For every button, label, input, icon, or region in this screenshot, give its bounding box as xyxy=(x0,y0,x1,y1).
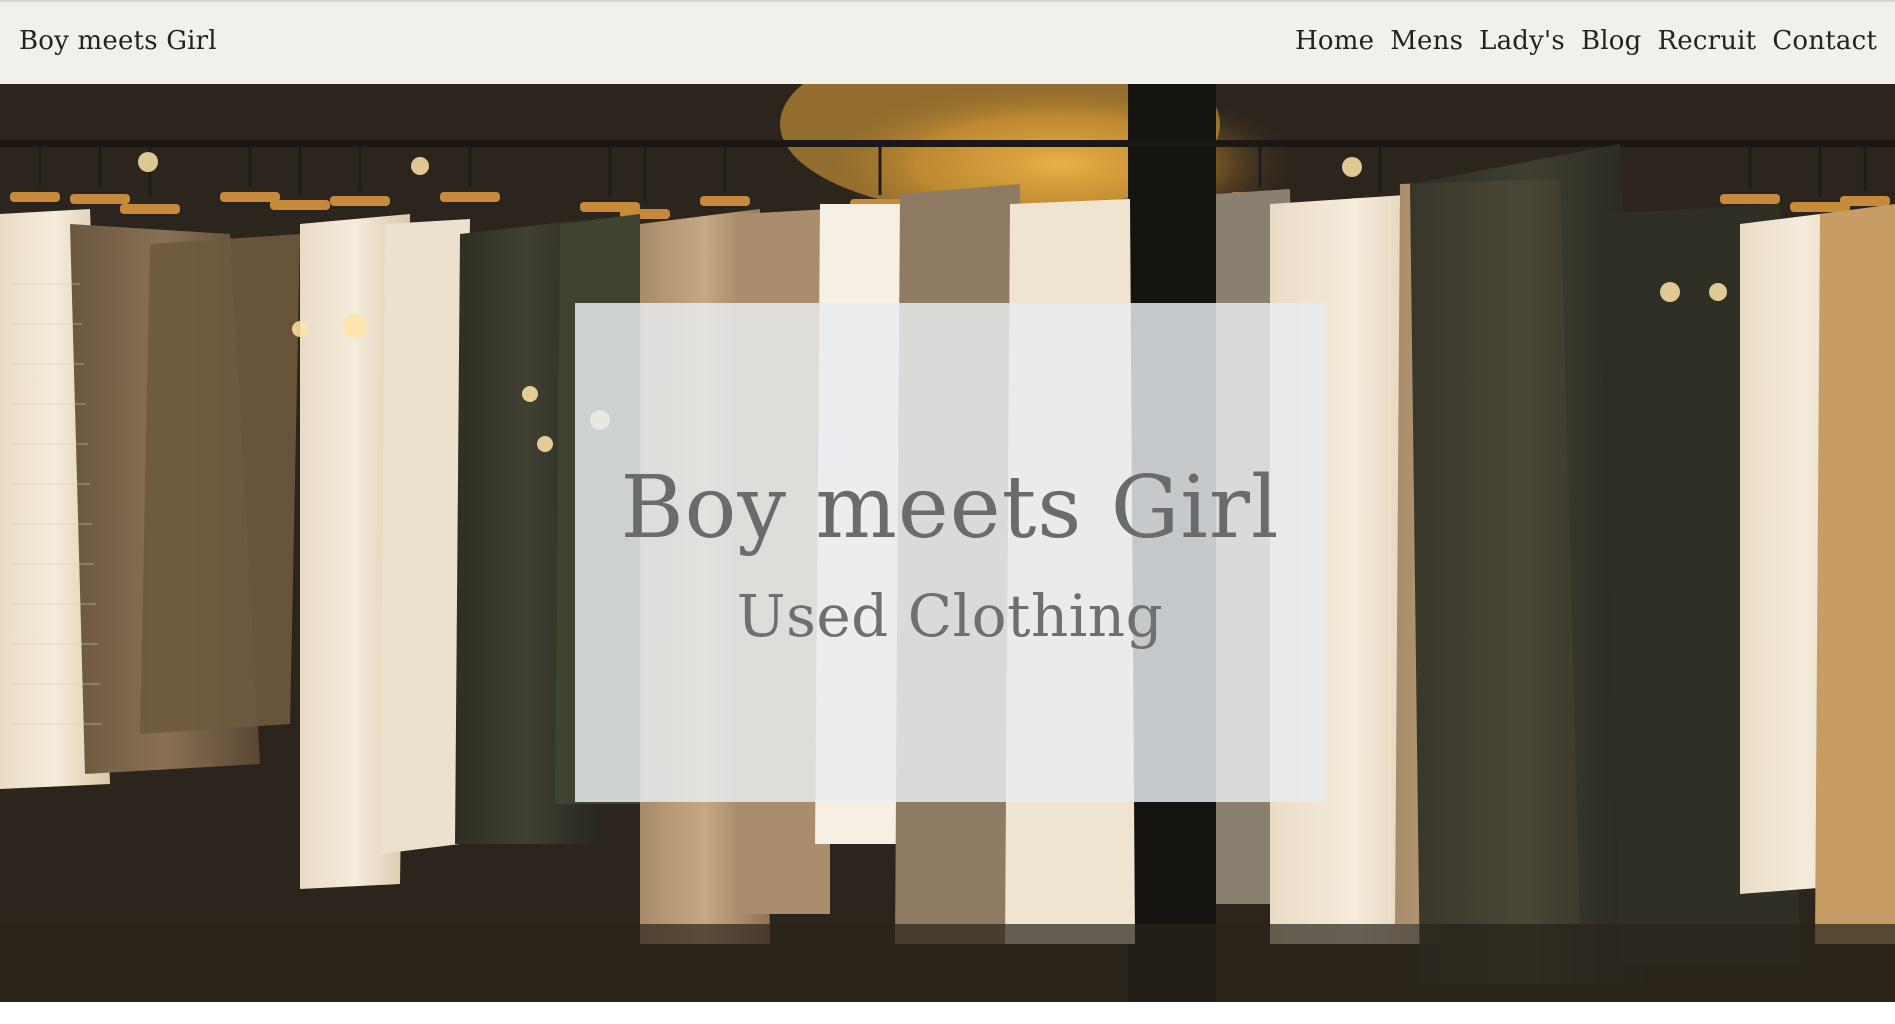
hero-section: Boy meets Girl Used Clothing xyxy=(0,84,1895,1002)
brand-logo-link[interactable]: Boy meets Girl xyxy=(19,26,217,56)
hero-title-panel: Boy meets Girl Used Clothing xyxy=(575,303,1325,802)
hero-subtitle: Used Clothing xyxy=(736,582,1164,650)
site-header: Boy meets Girl Home Mens Lady's Blog Rec… xyxy=(0,0,1895,84)
hero-title: Boy meets Girl xyxy=(620,458,1280,558)
nav-ladys-link[interactable]: Lady's xyxy=(1479,26,1565,56)
nav-home-link[interactable]: Home xyxy=(1295,26,1374,56)
nav-mens-link[interactable]: Mens xyxy=(1390,26,1463,56)
main-nav: Home Mens Lady's Blog Recruit Contact xyxy=(1295,26,1877,56)
nav-blog-link[interactable]: Blog xyxy=(1581,26,1642,56)
page: Boy meets Girl Home Mens Lady's Blog Rec… xyxy=(0,0,1895,1024)
nav-recruit-link[interactable]: Recruit xyxy=(1657,26,1756,56)
nav-contact-link[interactable]: Contact xyxy=(1772,26,1877,56)
